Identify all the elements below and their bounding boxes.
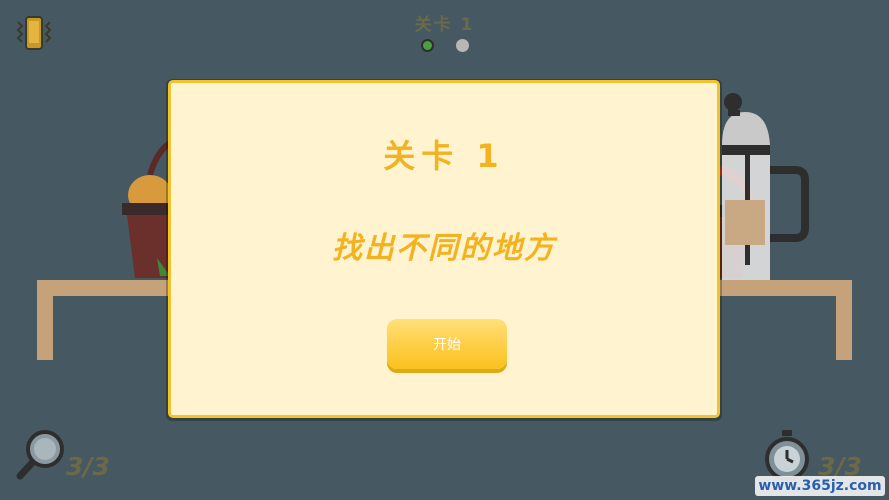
level-title: 关卡 1 [414,15,475,35]
stopwatch-icon[interactable] [762,428,812,482]
level-progress-dots [0,39,889,52]
progress-dot-next [455,39,469,52]
magnifier-icon[interactable] [14,426,70,482]
table-leg-left [37,280,53,360]
watermark-text: www.365jz.com [755,476,885,496]
progress-dot-current [420,39,434,52]
start-button[interactable]: 开始 [387,319,507,369]
hints-counter: 3/3 [66,452,110,481]
dialog-title: 关卡 1 [383,137,505,175]
level-start-dialog: 关卡 1 找出不同的地方 开始 [168,80,720,418]
french-press [722,93,809,280]
table-leg-right [836,280,852,360]
dialog-instruction: 找出不同的地方 [332,231,556,266]
